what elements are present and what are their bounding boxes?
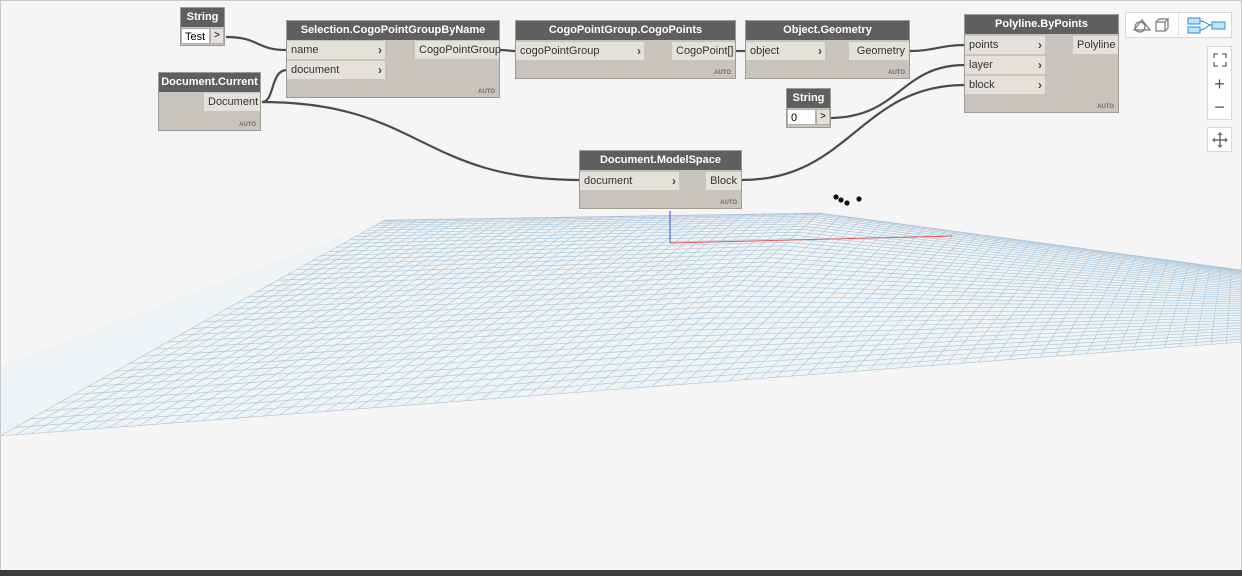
lacing-label: AUTO	[239, 122, 256, 128]
port-arrow-icon: ›	[637, 44, 641, 58]
pan-control[interactable]	[1207, 127, 1232, 152]
node-title: Object.Geometry	[746, 21, 909, 40]
wire-selection-to-cogopoints	[498, 48, 517, 53]
output-port-cogopoints[interactable]: CogoPoint[]	[672, 42, 735, 60]
wire-geometry-to-points	[908, 43, 966, 53]
port-label: object	[750, 45, 780, 57]
port-label: block	[969, 79, 995, 91]
port-label: document	[584, 175, 633, 187]
input-port-document[interactable]: document ›	[580, 172, 679, 190]
wire-doc-to-modelspace	[261, 100, 581, 182]
port-arrow-icon: ›	[1038, 78, 1042, 92]
port-arrow-icon: ›	[818, 44, 822, 58]
graph-view-icon[interactable]	[1186, 16, 1228, 34]
zoom-fit-icon	[1212, 53, 1227, 67]
document-modelspace-node[interactable]: Document.ModelSpace document › Block AUT…	[580, 151, 741, 208]
selection-cogopointgroupbyname-node[interactable]: Selection.CogoPointGroupByName name › do…	[287, 21, 501, 97]
zoom-out-icon: −	[1214, 97, 1225, 117]
string-input-field[interactable]: 0	[787, 109, 816, 125]
bottom-edge	[0, 570, 1242, 576]
geometry-view-icon[interactable]	[1132, 16, 1172, 34]
output-port-document[interactable]: Document	[204, 93, 260, 111]
input-port-name[interactable]: name ›	[287, 41, 385, 59]
pan-icon	[1212, 132, 1228, 148]
zoom-out-button[interactable]: −	[1208, 96, 1231, 118]
wire-doc-to-selection-document	[261, 68, 288, 104]
document-current-node[interactable]: Document.Current Document AUTO	[159, 73, 260, 130]
lacing-label: AUTO	[888, 70, 905, 76]
input-port-object[interactable]: object ›	[746, 42, 825, 60]
node-title: Document.Current	[159, 73, 260, 92]
port-arrow-icon: ›	[378, 43, 382, 57]
input-port-points[interactable]: points ›	[965, 36, 1045, 54]
port-label: cogoPointGroup	[520, 45, 600, 57]
input-port-layer[interactable]: layer ›	[965, 56, 1045, 74]
input-port-block[interactable]: block ›	[965, 76, 1045, 94]
view-mode-toggle[interactable]	[1125, 12, 1232, 38]
zoom-controls: + −	[1207, 46, 1232, 120]
port-arrow-icon: ›	[1038, 38, 1042, 52]
port-arrow-icon: ›	[378, 63, 382, 77]
port-label: name	[291, 44, 319, 56]
zoom-in-icon: +	[1214, 74, 1225, 94]
cogopointgroup-cogopoints-node[interactable]: CogoPointGroup.CogoPoints cogoPointGroup…	[516, 21, 735, 78]
input-port-document[interactable]: document ›	[287, 61, 385, 79]
input-port-cogopointgroup[interactable]: cogoPointGroup ›	[516, 42, 644, 60]
output-port-polyline[interactable]: Polyline	[1073, 36, 1118, 54]
zoom-in-button[interactable]: +	[1208, 73, 1231, 95]
port-label: document	[291, 64, 340, 76]
port-label: points	[969, 39, 999, 51]
port-arrow-icon: ›	[1038, 58, 1042, 72]
node-title: String	[181, 8, 224, 27]
ground-grid	[0, 212, 1242, 437]
zoom-fit-button[interactable]	[1208, 49, 1231, 71]
node-title: String	[787, 89, 830, 108]
output-port[interactable]: >	[816, 109, 830, 125]
string-input-field[interactable]: Test	[181, 28, 210, 44]
node-title: Document.ModelSpace	[580, 151, 741, 170]
lacing-label: AUTO	[1097, 104, 1114, 110]
wire-string-to-name	[225, 35, 288, 52]
cogo-point-markers	[833, 194, 862, 206]
lacing-label: AUTO	[720, 200, 737, 206]
port-arrow-icon: ›	[672, 174, 676, 188]
string-node-zero[interactable]: String 0 >	[787, 89, 830, 127]
toggle-divider	[1178, 13, 1179, 37]
lacing-label: AUTO	[478, 89, 495, 95]
wire-block-to-block	[741, 83, 966, 182]
string-node-test[interactable]: String Test >	[181, 8, 224, 45]
lacing-label: AUTO	[714, 70, 731, 76]
output-port-block[interactable]: Block	[706, 172, 741, 190]
object-geometry-node[interactable]: Object.Geometry object › Geometry AUTO	[746, 21, 909, 78]
node-title: CogoPointGroup.CogoPoints	[516, 21, 735, 40]
output-port-geometry[interactable]: Geometry	[849, 42, 909, 60]
output-port[interactable]: >	[210, 28, 224, 44]
output-port-cogopointgroup[interactable]: CogoPointGroup	[415, 41, 501, 59]
node-title: Selection.CogoPointGroupByName	[287, 21, 499, 40]
port-label: layer	[969, 59, 993, 71]
node-title: Polyline.ByPoints	[965, 15, 1118, 34]
polyline-bypoints-node[interactable]: Polyline.ByPoints points › layer › block…	[965, 15, 1118, 112]
